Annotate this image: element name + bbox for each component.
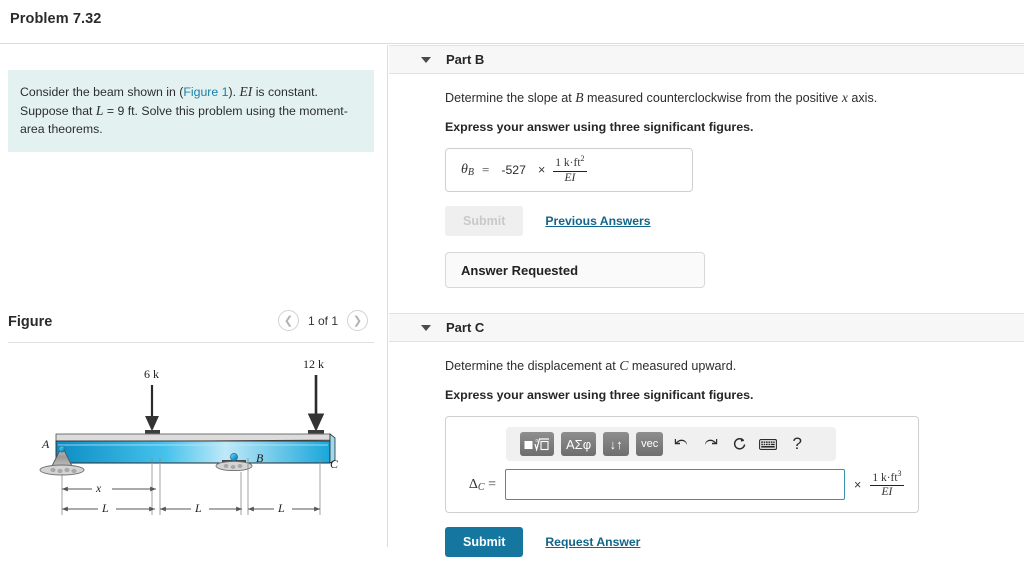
part-b-instruction: Express your answer using three signific…	[445, 120, 754, 134]
part-c-unit-num: 1 k·ft	[872, 471, 898, 484]
beam-body	[55, 433, 336, 464]
part-c-unit-den: EI	[881, 486, 893, 499]
reset-circular-arrow-icon	[733, 437, 746, 450]
part-b-unit-den: EI	[564, 171, 576, 184]
part-b-unit-num: 1 k·ft	[555, 157, 581, 170]
part-c-body: Determine the displacement at C measured…	[389, 342, 1024, 557]
part-c-unit-fraction: 1 k·ft3 EI	[870, 468, 904, 499]
page-title: Problem 7.32	[10, 11, 102, 27]
figure-page-label: 1 of 1	[307, 313, 338, 328]
part-c-submit-button[interactable]: Submit	[445, 527, 524, 557]
left-panel: Consider the beam shown in (Figure 1). E…	[0, 45, 388, 547]
equals-sign: =	[482, 161, 490, 177]
caret-down-icon[interactable]	[421, 57, 431, 63]
part-b-equation: θB = -527 × 1 k·ft2 EI	[461, 155, 587, 184]
point-label-c: C	[330, 457, 339, 471]
keyboard-button[interactable]	[757, 438, 779, 450]
part-c-header[interactable]: Part C	[389, 313, 1024, 342]
beam-figure: 6 k 12 k A B C x L L L	[0, 350, 388, 580]
part-b-prompt-b: measured counterclockwise from the posit…	[583, 91, 842, 105]
svg-text:L: L	[194, 501, 202, 515]
template-root-button[interactable]: 0	[520, 432, 554, 456]
theta-symbol: θB	[461, 161, 474, 178]
previous-answers-link[interactable]: Previous Answers	[545, 214, 650, 228]
redo-icon	[704, 439, 717, 445]
part-c-prompt-a: Determine the displacement at	[445, 359, 620, 373]
svg-text:L: L	[101, 501, 109, 515]
part-c-answer-input[interactable]	[505, 469, 845, 500]
answer-requested-notice: Answer Requested	[445, 252, 705, 288]
figure-divider	[8, 342, 374, 343]
greek-symbols-button[interactable]: ΑΣφ	[561, 432, 597, 456]
keyboard-icon	[759, 438, 778, 450]
page-root: Problem 7.32 Consider the beam shown in …	[0, 0, 1024, 557]
part-c-label: Part C	[446, 320, 485, 335]
multiply-icon: ×	[854, 477, 862, 492]
part-c-answer-box: 0 ΑΣφ ↓↑ vec ? ΔC = × 1 k·ft3 EI	[445, 416, 919, 513]
part-b-prompt-a: Determine the slope at	[445, 91, 576, 105]
ei-symbol: EI	[239, 84, 253, 99]
figure-link[interactable]: Figure 1	[183, 85, 228, 99]
part-b-symbol-b: B	[575, 90, 584, 105]
statement-text-b: ).	[228, 85, 240, 99]
dimension-l2: L	[160, 501, 242, 515]
problem-statement: Consider the beam shown in (Figure 1). E…	[8, 70, 374, 153]
reset-button[interactable]	[728, 437, 750, 452]
part-b-answer-box: θB = -527 × 1 k·ft2 EI	[445, 148, 693, 192]
figure-title: Figure	[8, 314, 53, 330]
load-plate-left	[145, 430, 160, 434]
part-c-prompt: Determine the displacement at C measured…	[445, 358, 1024, 374]
part-c-unit-exp: 3	[897, 468, 902, 478]
vector-button[interactable]: vec	[636, 432, 664, 456]
undo-button[interactable]	[670, 437, 692, 451]
part-b-answer-value: -527	[501, 162, 526, 177]
point-label-b: B	[256, 451, 264, 465]
redo-button[interactable]	[699, 437, 721, 451]
part-b-label: Part B	[446, 52, 485, 67]
part-b-header[interactable]: Part B	[389, 45, 1024, 74]
figure-pager: ❮ 1 of 1 ❯	[277, 310, 368, 331]
dimension-l1: L	[62, 501, 155, 515]
part-b-submit-button[interactable]: Submit	[445, 206, 524, 236]
arrows-button[interactable]: ↓↑	[603, 432, 630, 456]
chevron-right-icon[interactable]: ❯	[347, 310, 368, 331]
svg-text:x: x	[95, 483, 102, 495]
load-plate-right	[308, 430, 324, 434]
undo-icon	[674, 439, 687, 445]
svg-text:L: L	[277, 501, 285, 515]
dimension-l3: L	[248, 501, 320, 515]
delta-label: ΔC =	[468, 476, 496, 493]
part-b-prompt-c: axis.	[847, 91, 878, 105]
help-button[interactable]: ?	[786, 434, 808, 454]
point-label-a: A	[41, 437, 50, 451]
part-b-unit-exp: 2	[580, 154, 585, 164]
part-c-input-row: ΔC = × 1 k·ft3 EI	[458, 469, 906, 500]
load-label-left: 6 k	[144, 367, 159, 381]
math-toolbar: 0 ΑΣφ ↓↑ vec ?	[506, 427, 836, 461]
statement-text-a: Consider the beam shown in (	[20, 85, 184, 99]
root-icon: 0	[524, 438, 549, 452]
dimension-x: x	[62, 481, 156, 495]
multiply-icon: ×	[537, 162, 546, 177]
beam-diagram-svg: 6 k 12 k A B C x L L L	[39, 357, 339, 515]
part-c-prompt-b: measured upward.	[628, 359, 737, 373]
part-b-body: Determine the slope at B measured counte…	[389, 74, 1024, 288]
load-label-right: 12 k	[303, 357, 324, 371]
chevron-left-icon[interactable]: ❮	[277, 310, 299, 331]
figure-header: Figure ❮ 1 of 1 ❯	[8, 308, 374, 344]
part-c-actions: Submit Request Answer	[445, 527, 1024, 557]
right-panel: Part B Determine the slope at B measured…	[389, 45, 1024, 557]
top-header: Problem 7.32	[0, 0, 1024, 44]
part-c-instruction: Express your answer using three signific…	[445, 388, 754, 402]
part-b-actions: Submit Previous Answers	[445, 206, 1024, 236]
caret-down-icon[interactable]	[421, 325, 431, 331]
part-b-unit-fraction: 1 k·ft2 EI	[553, 154, 587, 184]
part-b-prompt: Determine the slope at B measured counte…	[445, 90, 1024, 106]
